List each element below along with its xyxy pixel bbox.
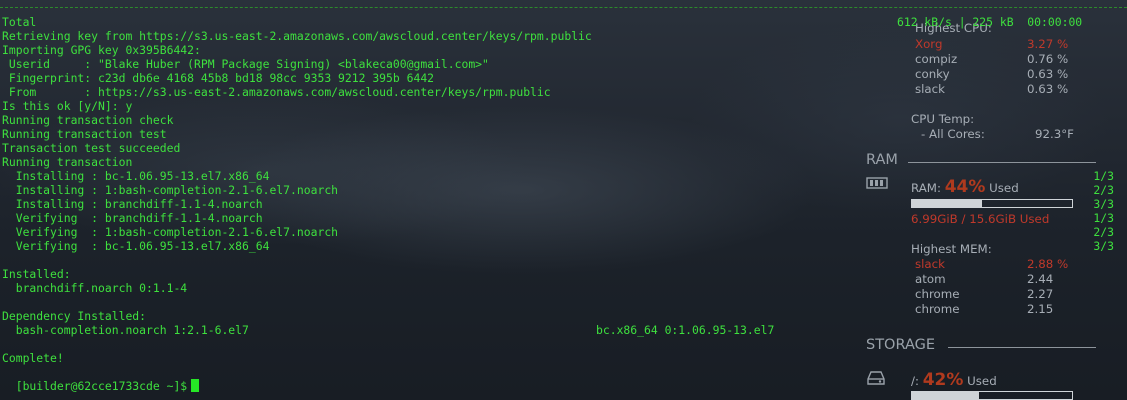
terminal-line: Is this ok [y/N]: y (2, 99, 133, 113)
storage-mount: /: (911, 374, 919, 388)
storage-usage-row: /: 42% Used (911, 370, 1081, 390)
storage-usage-bar (911, 391, 1073, 400)
terminal-line: Running transaction test (2, 127, 167, 141)
terminal-line: branchdiff.noarch 0:1.1-4 (2, 281, 188, 295)
transaction-progress-counts: 1/3 2/3 3/3 1/3 2/3 3/3 (1090, 169, 1114, 253)
terminal-line: Importing GPG key 0x395B6442: (2, 43, 201, 57)
storage-percent: 42% (922, 370, 964, 390)
progress-count: 2/3 (1093, 183, 1114, 197)
terminal-line: Transaction test succeeded (2, 141, 181, 155)
hard-drive-icon (867, 371, 885, 385)
terminal-line: Running transaction check (2, 113, 174, 127)
terminal-line: bash-completion.noarch 1:2.1-6.el7 (2, 323, 249, 337)
terminal-line: Installing : branchdiff-1.1-4.noarch (2, 197, 263, 211)
terminal-separator (0, 7, 1127, 8)
terminal-line: Installing : bc-1.06.95-13.el7.x86_64 (2, 169, 270, 183)
terminal-line: Verifying : 1:bash-completion-2.1-6.el7.… (2, 225, 339, 239)
terminal-line: Verifying : bc-1.06.95-13.el7.x86_64 (2, 239, 270, 253)
storage-used-word: Used (967, 374, 997, 388)
progress-count: 1/3 (1093, 211, 1114, 225)
terminal-line: Complete! (2, 351, 64, 365)
progress-count: 1/3 (1093, 169, 1114, 183)
download-stats: 612 kB/s | 225 kB 00:00:00 (897, 15, 1083, 29)
shell-prompt-line[interactable]: [builder@62cce1733cde ~]$ (2, 365, 200, 393)
terminal-line: Dependency Installed: (2, 309, 147, 323)
terminal-line: Retrieving key from https://s3.us-east-2… (2, 29, 592, 43)
terminal-line: Running transaction (2, 155, 133, 169)
terminal-line: Installed: (2, 267, 71, 281)
progress-count: 3/3 (1093, 197, 1114, 211)
storage-usage-bar-fill (912, 392, 980, 399)
terminal-line: Installing : 1:bash-completion-2.1-6.el7… (2, 183, 339, 197)
terminal-line: Userid : "Blake Huber (RPM Package Signi… (2, 57, 489, 71)
terminal-line: From : https://s3.us-east-2.amazonaws.co… (2, 85, 551, 99)
progress-count: 3/3 (1093, 239, 1114, 253)
progress-count: 2/3 (1093, 225, 1114, 239)
shell-prompt: [builder@62cce1733cde ~]$ (15, 379, 188, 393)
terminal-cursor[interactable] (191, 379, 200, 392)
terminal-line: Fingerprint: c23d db6e 4168 45b8 bd18 98… (2, 71, 435, 85)
terminal-line: Verifying : branchdiff-1.1-4.noarch (2, 211, 263, 225)
dependency-installed-second: bc.x86_64 0:1.06.95-13.el7 (596, 323, 775, 337)
terminal-output[interactable]: Total Retrieving key from https://s3.us-e… (2, 15, 1127, 365)
